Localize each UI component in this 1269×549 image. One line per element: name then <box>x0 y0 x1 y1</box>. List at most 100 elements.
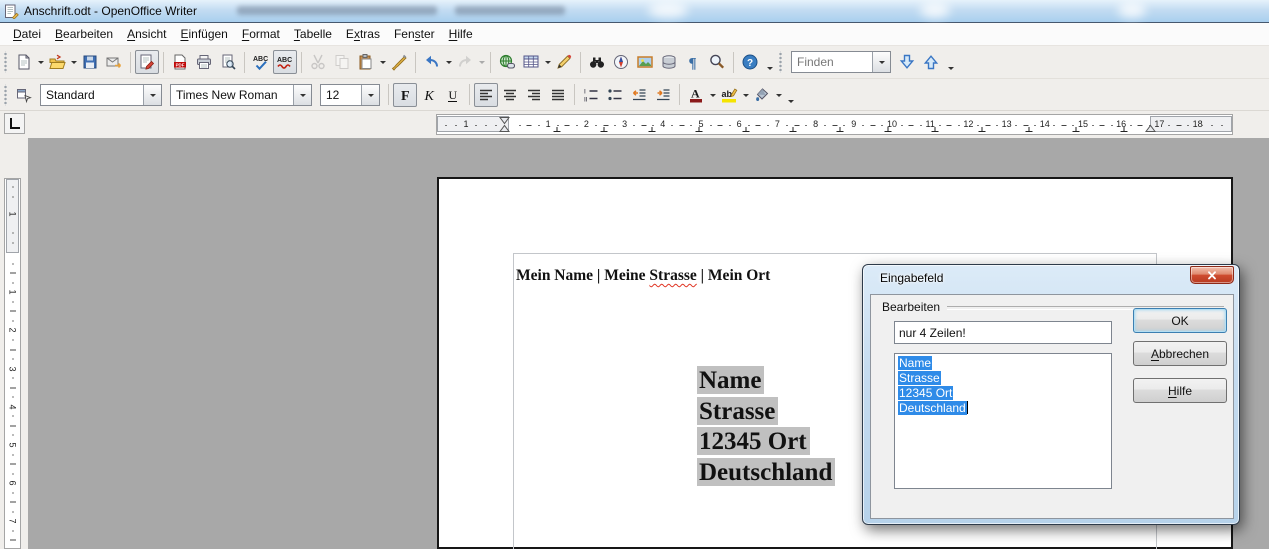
menu-tabelle[interactable]: Tabelle <box>287 23 339 45</box>
font-name-combo[interactable]: Times New Roman <box>170 84 312 106</box>
open-button[interactable] <box>45 50 69 74</box>
align-center-button[interactable] <box>498 83 522 107</box>
numbered-list-button[interactable]: III <box>579 83 603 107</box>
styles-window-button[interactable] <box>12 83 36 107</box>
bold-button[interactable]: F <box>393 83 417 107</box>
toolbar-grip-handle[interactable] <box>778 51 783 73</box>
dialog-close-button[interactable] <box>1190 266 1234 284</box>
decrease-indent-button[interactable] <box>627 83 651 107</box>
find-toolbar-overflow[interactable] <box>943 49 956 75</box>
address-field-block[interactable]: NameStrasse12345 OrtDeutschland <box>697 366 835 488</box>
ruler-tick <box>12 473 14 474</box>
letterhead-line[interactable]: Mein Name | Meine Strasse | Mein Ort <box>516 267 770 285</box>
menu-extras[interactable]: Extras <box>339 23 387 45</box>
find-replace-button[interactable] <box>585 50 609 74</box>
find-previous-button[interactable] <box>919 50 943 74</box>
standard-toolbar-overflow[interactable] <box>762 49 775 75</box>
menu-bearbeiten[interactable]: Bearbeiten <box>48 23 120 45</box>
formatting-marks-button[interactable]: ¶ <box>681 50 705 74</box>
menu-einfgen[interactable]: Einfügen <box>173 23 234 45</box>
paragraph-style-combo-dropdown[interactable] <box>143 85 161 105</box>
vertical-ruler[interactable]: 11234567 <box>4 178 21 549</box>
undo-button-dropdown[interactable] <box>444 50 453 74</box>
toolbar-grip-handle[interactable] <box>3 84 8 106</box>
textarea-line[interactable]: Strasse <box>898 371 1108 386</box>
address-field-line[interactable]: Strasse <box>697 397 835 428</box>
insert-table-button-dropdown[interactable] <box>543 50 552 74</box>
textarea-line[interactable]: Deutschland <box>898 401 1108 416</box>
font-size-combo[interactable]: 12 <box>320 84 380 106</box>
data-sources-button[interactable] <box>657 50 681 74</box>
background-color-button-dropdown[interactable] <box>774 83 783 107</box>
spellcheck-button[interactable]: ABC <box>249 50 273 74</box>
reference-input[interactable] <box>894 321 1112 344</box>
insert-table-button[interactable] <box>519 50 543 74</box>
clone-formatting-button[interactable] <box>387 50 411 74</box>
open-button-dropdown[interactable] <box>69 50 78 74</box>
font-name-combo-value[interactable]: Times New Roman <box>171 88 293 102</box>
dialog-body: Bearbeiten NameStrasse12345 OrtDeutschla… <box>870 294 1234 519</box>
edit-mode-button[interactable] <box>135 50 159 74</box>
letterhead-suffix: | Mein Ort <box>697 267 771 284</box>
hyperlink-button[interactable] <box>495 50 519 74</box>
zoom-button[interactable] <box>705 50 729 74</box>
font-color-button[interactable]: A <box>684 83 708 107</box>
highlight-color-button-dropdown[interactable] <box>741 83 750 107</box>
bullet-list-button[interactable] <box>603 83 627 107</box>
indent-marker[interactable] <box>499 116 510 136</box>
address-field-line[interactable]: Deutschland <box>697 458 835 489</box>
address-field-line[interactable]: Name <box>697 366 835 397</box>
navigator-button[interactable] <box>609 50 633 74</box>
page-preview-button[interactable] <box>216 50 240 74</box>
highlight-color-button[interactable]: ab <box>717 83 741 107</box>
justify-button[interactable] <box>546 83 570 107</box>
help-button[interactable]: ? <box>738 50 762 74</box>
font-size-combo-dropdown[interactable] <box>361 85 379 105</box>
menu-hilfe[interactable]: Hilfe <box>442 23 480 45</box>
new-document-button[interactable] <box>12 50 36 74</box>
undo-button[interactable] <box>420 50 444 74</box>
font-size-combo-value[interactable]: 12 <box>321 88 361 102</box>
toolbar-grip-handle[interactable] <box>3 51 8 73</box>
help-button[interactable]: Hilfe <box>1133 378 1227 403</box>
draw-functions-button[interactable] <box>552 50 576 74</box>
find-next-button[interactable] <box>895 50 919 74</box>
menu-ansicht[interactable]: Ansicht <box>120 23 173 45</box>
field-content-textarea[interactable]: NameStrasse12345 OrtDeutschland <box>894 353 1112 489</box>
print-button[interactable] <box>192 50 216 74</box>
menu-fenster[interactable]: Fenster <box>387 23 442 45</box>
textarea-line[interactable]: 12345 Ort <box>898 386 1108 401</box>
paragraph-style-combo[interactable]: Standard <box>40 84 162 106</box>
gallery-button[interactable] <box>633 50 657 74</box>
auto-spellcheck-button[interactable]: ABC <box>273 50 297 74</box>
find-toolbar-input-dropdown[interactable] <box>872 52 890 72</box>
save-button[interactable] <box>78 50 102 74</box>
new-document-button-dropdown[interactable] <box>36 50 45 74</box>
address-field-line[interactable]: 12345 Ort <box>697 427 835 458</box>
right-indent-marker[interactable] <box>1145 116 1156 136</box>
paste-button-dropdown[interactable] <box>378 50 387 74</box>
background-color-button[interactable] <box>750 83 774 107</box>
horizontal-ruler[interactable]: 1123456789101112131415161718 <box>436 114 1233 135</box>
menu-datei[interactable]: Datei <box>6 23 48 45</box>
menu-format[interactable]: Format <box>235 23 287 45</box>
find-toolbar-input-value[interactable]: Finden <box>792 55 872 69</box>
export-pdf-button[interactable]: PDF <box>168 50 192 74</box>
font-name-combo-dropdown[interactable] <box>293 85 311 105</box>
toolbar-separator <box>733 52 734 73</box>
paragraph-style-combo-value[interactable]: Standard <box>41 88 143 102</box>
formatting-toolbar-overflow[interactable] <box>783 82 796 108</box>
underline-button[interactable]: U <box>441 83 465 107</box>
cancel-button[interactable]: Abbrechen <box>1133 341 1227 366</box>
align-left-button[interactable] <box>474 83 498 107</box>
increase-indent-button[interactable] <box>651 83 675 107</box>
italic-button[interactable]: K <box>417 83 441 107</box>
textarea-line[interactable]: Name <box>898 356 1108 371</box>
paste-button[interactable] <box>354 50 378 74</box>
tab-stop-selector[interactable] <box>4 113 25 134</box>
align-right-button[interactable] <box>522 83 546 107</box>
find-toolbar-input[interactable]: Finden <box>791 51 891 73</box>
ok-button[interactable]: OK <box>1133 308 1227 333</box>
font-color-button-dropdown[interactable] <box>708 83 717 107</box>
email-button[interactable] <box>102 50 126 74</box>
